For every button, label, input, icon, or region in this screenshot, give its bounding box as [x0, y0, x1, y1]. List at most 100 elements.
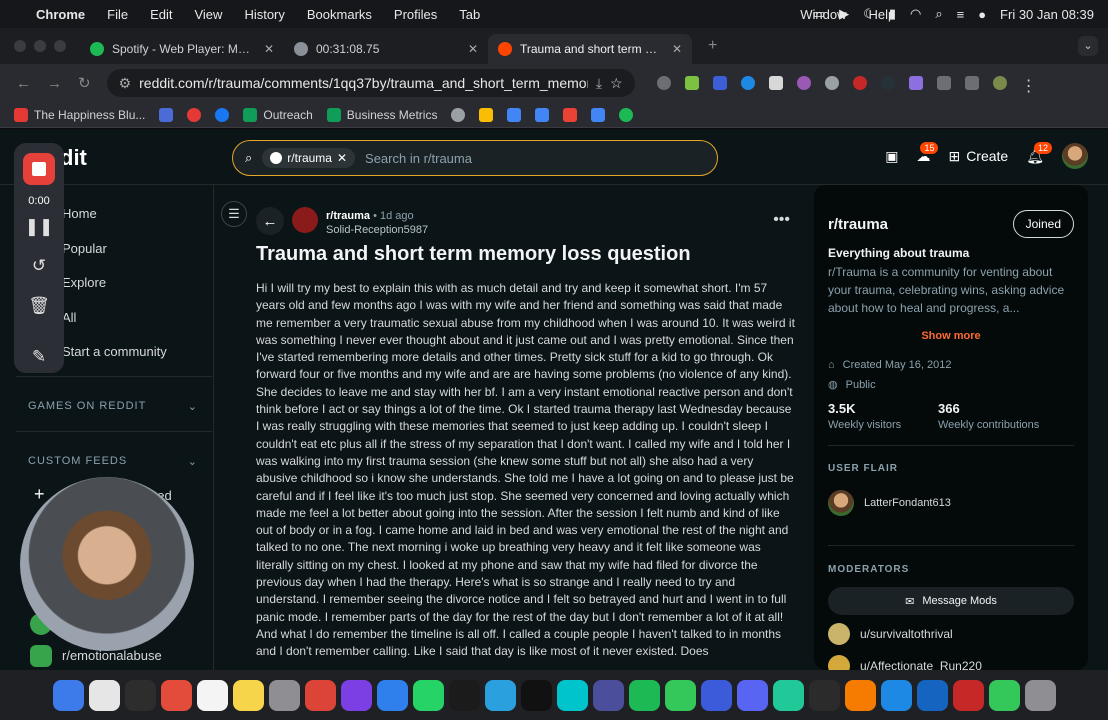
dock-app-icon[interactable] [628, 679, 660, 711]
back-arrow-icon[interactable]: ← [256, 207, 284, 235]
dock-app-icon[interactable] [268, 679, 300, 711]
bookmark-icon-only[interactable] [215, 107, 230, 122]
battery-icon[interactable]: ▮ [889, 6, 896, 22]
extension-icon[interactable] [712, 76, 727, 90]
bookmark-icon-only[interactable] [187, 107, 202, 122]
clock[interactable]: Fri 30 Jan 08:39 [1000, 7, 1094, 22]
tab-reddit-post[interactable]: Trauma and short term memo ✕ [488, 34, 692, 64]
dock-app-icon[interactable] [808, 679, 840, 711]
tab-spotify[interactable]: Spotify - Web Player: Music f ✕ [80, 34, 284, 64]
dock-app-icon[interactable] [1024, 679, 1056, 711]
extension-icon[interactable] [908, 76, 923, 90]
reading-list-icon[interactable] [964, 76, 979, 90]
dock-app-icon[interactable] [484, 679, 516, 711]
bookmark-outreach[interactable]: Outreach [243, 107, 313, 122]
dock-app-icon[interactable] [592, 679, 624, 711]
extension-icon[interactable] [852, 76, 867, 90]
community-name[interactable]: r/trauma [828, 216, 888, 233]
forward-arrow-icon[interactable]: → [47, 75, 62, 92]
dock-app-icon[interactable] [772, 679, 804, 711]
draw-icon[interactable]: ✎ [14, 347, 64, 367]
dock-app-icon[interactable] [196, 679, 228, 711]
install-app-icon[interactable]: ⤓ [596, 75, 602, 92]
siri-icon[interactable]: ● [978, 7, 986, 22]
profile-avatar-icon[interactable] [992, 76, 1007, 90]
search-icon[interactable]: ⌕ [935, 6, 942, 22]
dock-app-icon[interactable] [880, 679, 912, 711]
close-window-icon[interactable] [14, 40, 26, 52]
dock-app-icon[interactable] [844, 679, 876, 711]
dock-app-icon[interactable] [448, 679, 480, 711]
extension-icon[interactable] [768, 76, 783, 90]
stop-recording-button[interactable] [23, 153, 55, 185]
dock-app-icon[interactable] [556, 679, 588, 711]
close-icon[interactable]: ✕ [672, 42, 682, 56]
pause-icon[interactable]: ❚❚ [14, 217, 64, 237]
plus-icon[interactable]: + [34, 484, 45, 505]
close-icon[interactable]: ✕ [468, 42, 478, 56]
post-author[interactable]: Solid-Reception5987 [326, 224, 428, 236]
wifi-icon[interactable]: ◠ [910, 6, 921, 22]
bookmark-icon-only[interactable] [591, 107, 606, 122]
moderator-row[interactable]: u/survivaltothrival [828, 623, 953, 645]
more-options-icon[interactable]: ••• [773, 211, 790, 229]
menu-app-chrome[interactable]: Chrome [36, 7, 85, 22]
menu-toggle-icon[interactable]: ☰ [221, 201, 247, 227]
screen-record-icon[interactable]: ▭ [813, 6, 825, 22]
message-mods-button[interactable]: ✉ Message Mods [828, 587, 1074, 615]
nav-explore[interactable]: Explore [62, 275, 106, 290]
more-menu-icon[interactable]: ⋮ [1021, 76, 1037, 95]
extension-icon[interactable] [740, 76, 755, 90]
extension-icon[interactable] [796, 76, 811, 90]
site-info-icon[interactable]: ⚙ [119, 75, 132, 92]
close-icon[interactable]: ✕ [264, 42, 274, 56]
bell-icon[interactable]: 🔔︎ 12 [1026, 141, 1052, 165]
nav-popular[interactable]: Popular [62, 241, 107, 256]
new-tab-button[interactable]: + [708, 37, 717, 55]
bookmark-icon-only[interactable] [451, 107, 466, 122]
bookmark-icon-only[interactable] [563, 107, 578, 122]
dock-app-icon[interactable] [124, 679, 156, 711]
chevron-down-icon[interactable]: ⌄ [1078, 36, 1098, 56]
menu-profiles[interactable]: Profiles [394, 7, 437, 22]
tab-timer[interactable]: 00:31:08.75 ✕ [284, 34, 488, 64]
address-bar[interactable]: ⚙ reddit.com/r/trauma/comments/1qq37by/t… [106, 69, 635, 97]
menu-file[interactable]: File [107, 7, 128, 22]
moderator-name[interactable]: u/survivaltothrival [860, 627, 953, 641]
dock-app-icon[interactable] [700, 679, 732, 711]
extension-icon[interactable] [824, 76, 839, 90]
dock-app-icon[interactable] [916, 679, 948, 711]
search-bar[interactable]: ⌕ r/trauma ✕ Search in r/trauma [232, 140, 718, 176]
menu-edit[interactable]: Edit [150, 7, 172, 22]
bookmark-icon-only[interactable] [479, 107, 494, 122]
extension-icon[interactable] [684, 76, 699, 90]
nav-all[interactable]: All [62, 310, 76, 325]
subreddit-name[interactable]: r/trauma [326, 210, 370, 222]
back-arrow-icon[interactable]: ← [16, 75, 31, 92]
joined-button[interactable]: Joined [1012, 210, 1074, 238]
dock-app-icon[interactable] [376, 679, 408, 711]
bookmark-star-icon[interactable]: ☆ [610, 75, 623, 92]
bookmark-business-metrics[interactable]: Business Metrics [326, 107, 437, 122]
bookmark-icon-only[interactable] [507, 107, 522, 122]
chat-icon[interactable]: ☁ 15 [916, 141, 939, 165]
dock-app-icon[interactable] [664, 679, 696, 711]
ads-icon[interactable]: ▣ [885, 148, 898, 165]
bookmark-icon-only[interactable] [619, 107, 634, 122]
menu-history[interactable]: History [244, 7, 284, 22]
show-more-button[interactable]: Show more [814, 330, 1088, 342]
dock-app-icon[interactable] [88, 679, 120, 711]
bookmark-happiness[interactable]: The Happiness Blu... [14, 107, 145, 122]
bookmark-icon-only[interactable] [535, 107, 550, 122]
trash-icon[interactable]: 🗑︎ [14, 296, 64, 316]
zoom-window-icon[interactable] [54, 40, 66, 52]
puzzle-icon[interactable] [936, 76, 951, 90]
menu-view[interactable]: View [194, 7, 222, 22]
extension-icon[interactable] [880, 76, 895, 90]
section-games[interactable]: GAMES ON REDDIT ⌄ [28, 400, 198, 413]
dock-app-icon[interactable] [736, 679, 768, 711]
play-icon[interactable]: ▶ [839, 6, 849, 22]
control-center-icon[interactable]: ≡ [957, 7, 965, 22]
restart-icon[interactable]: ↺ [14, 256, 64, 276]
moon-icon[interactable]: ☾ [863, 6, 875, 22]
